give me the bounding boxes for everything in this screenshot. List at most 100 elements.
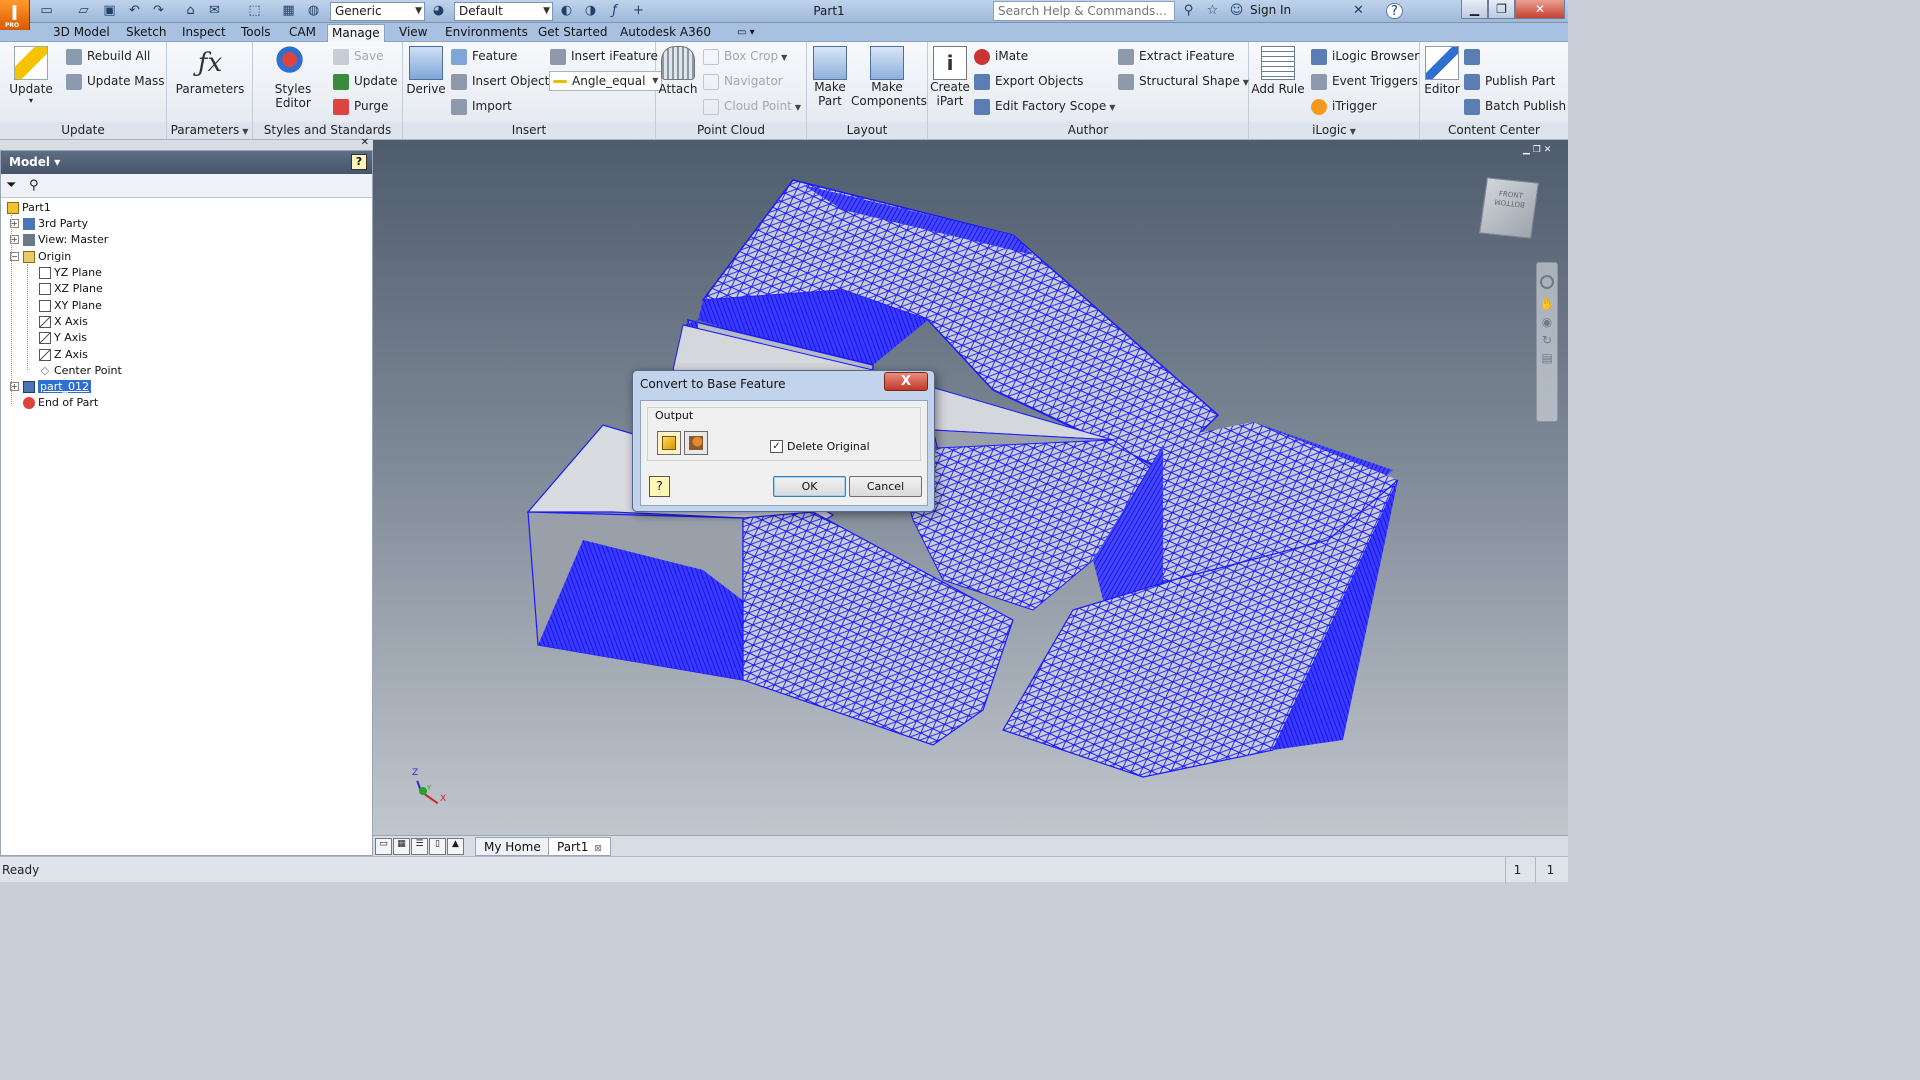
tree-node-xz-plane[interactable]: XZ Plane — [39, 281, 103, 297]
box-crop-button[interactable]: Box Crop ▼ — [703, 45, 787, 67]
make-part-button[interactable]: Make Part — [809, 46, 851, 108]
tab-3d-model[interactable]: 3D Model — [49, 24, 114, 42]
tab-autodesk-a360[interactable]: Autodesk A360 — [616, 24, 715, 42]
insert-ifeature-button[interactable]: Insert iFeature — [550, 45, 658, 67]
tree-node-part-012[interactable]: + part_012 — [10, 379, 92, 395]
styles-editor-button[interactable]: Styles Editor — [257, 46, 329, 110]
arrange-up-icon[interactable]: ▲ — [447, 838, 464, 855]
ilogic-browser-button[interactable]: iLogic Browser — [1311, 45, 1419, 67]
insert-feature-button[interactable]: Feature — [451, 45, 517, 67]
batch-publish-button[interactable]: Batch Publish — [1464, 95, 1566, 117]
look-at-icon[interactable]: ▤ — [1537, 351, 1557, 365]
binoculars-icon[interactable]: ⚲ — [1180, 3, 1197, 19]
open-icon[interactable]: ▱ — [75, 3, 92, 19]
orbit-icon[interactable]: ↻ — [1537, 333, 1557, 347]
update-mass-button[interactable]: Update Mass — [66, 70, 164, 92]
content-center-settings-button[interactable] — [1464, 45, 1485, 67]
tile-icon[interactable]: ▦ — [393, 838, 410, 855]
tab-part1[interactable]: Part1 ⊠ — [548, 837, 611, 856]
cascade-icon[interactable]: ▭ — [375, 838, 392, 855]
create-ipart-button[interactable]: i Create iPart — [930, 46, 970, 108]
tab-my-home[interactable]: My Home — [475, 837, 550, 856]
redo-icon[interactable]: ↷ — [150, 3, 167, 19]
import-button[interactable]: Import — [451, 95, 512, 117]
tab-sketch[interactable]: Sketch — [122, 24, 170, 42]
tree-node-end-of-part[interactable]: End of Part — [23, 395, 98, 411]
composite-output-button[interactable] — [684, 431, 708, 455]
browser-help-icon[interactable]: ? — [351, 154, 367, 170]
tab-get-started[interactable]: Get Started — [534, 24, 612, 42]
extract-ifeature-button[interactable]: Extract iFeature — [1118, 45, 1234, 67]
close-panel-icon[interactable]: ✕ — [361, 137, 369, 148]
tab-manage[interactable]: Manage — [327, 24, 385, 42]
tab-inspect[interactable]: Inspect — [178, 24, 230, 42]
attach-button[interactable]: Attach — [658, 46, 698, 96]
structural-shape-button[interactable]: Structural Shape ▼ — [1118, 70, 1249, 92]
tree-node-x-axis[interactable]: X Axis — [39, 314, 88, 330]
rebuild-all-button[interactable]: Rebuild All — [66, 45, 150, 67]
group-label[interactable]: Parameters ▼ — [167, 122, 252, 139]
update-button[interactable]: Update ▾ — [6, 46, 56, 105]
tree-node-z-axis[interactable]: Z Axis — [39, 347, 88, 363]
minimize-button[interactable]: ▁ — [1461, 0, 1488, 19]
select-icon[interactable]: ⬚ — [246, 3, 263, 19]
close-window-button[interactable]: ✕ — [1515, 0, 1565, 19]
tree-node-xy-plane[interactable]: XY Plane — [39, 298, 102, 314]
tree-node-view-master[interactable]: + View: Master — [10, 232, 108, 248]
fx-icon[interactable]: ƒ — [606, 3, 623, 19]
tab-view[interactable]: View — [395, 24, 431, 42]
publish-part-button[interactable]: Publish Part — [1464, 70, 1555, 92]
save-styles-button[interactable]: Save — [333, 45, 383, 67]
appearance-combo[interactable]: Default ▼ — [454, 2, 553, 21]
close-tab-icon[interactable]: ⊠ — [594, 844, 602, 854]
editor-button[interactable]: Editor — [1422, 46, 1462, 96]
purge-button[interactable]: Purge — [333, 95, 388, 117]
browser-header[interactable]: Model ▾ ? — [1, 151, 372, 174]
event-triggers-button[interactable]: Event Triggers — [1311, 70, 1418, 92]
itrigger-button[interactable]: iTrigger — [1311, 95, 1377, 117]
update-styles-button[interactable]: Update — [333, 70, 397, 92]
tree-node-y-axis[interactable]: Y Axis — [39, 330, 87, 346]
export-objects-button[interactable]: Export Objects — [974, 70, 1083, 92]
save-icon[interactable]: ▣ — [101, 3, 118, 19]
new-icon[interactable]: ▭ — [38, 3, 55, 19]
horizontal-icon[interactable]: ☰ — [411, 838, 428, 855]
exchange-icon[interactable]: ✕ — [1350, 3, 1367, 19]
sign-in-link[interactable]: Sign In — [1250, 3, 1291, 17]
tree-node-part1[interactable]: Part1 — [7, 200, 51, 216]
cloud-point-button[interactable]: Cloud Point ▼ — [703, 95, 801, 117]
undo-icon[interactable]: ↶ — [126, 3, 143, 19]
zoom-icon[interactable]: ◉ — [1537, 315, 1557, 329]
pan-icon[interactable]: ✋ — [1537, 297, 1557, 311]
imate-button[interactable]: iMate — [974, 45, 1028, 67]
find-binoculars-icon[interactable]: ⚲ — [29, 178, 39, 193]
material-combo[interactable]: Generic ▼ — [330, 2, 425, 21]
dialog-help-button[interactable]: ? — [649, 476, 670, 497]
globe-icon[interactable]: ◍ — [305, 3, 322, 19]
parameters-button[interactable]: ƒx Parameters — [175, 46, 245, 96]
graphics-viewport[interactable]: FRONT BOTTOM ▁ ❐ ✕ ✋ ◉ ↻ ▤ Z X Y — [373, 140, 1568, 835]
steering-wheel-icon[interactable] — [1540, 275, 1554, 289]
filter-icon[interactable]: ⏷ — [6, 178, 16, 193]
make-components-button[interactable]: Make Components — [851, 46, 927, 108]
ok-button[interactable]: OK — [773, 476, 846, 497]
solid-output-button[interactable] — [657, 431, 681, 455]
tab-cam[interactable]: CAM — [285, 24, 320, 42]
measure-icon[interactable]: ▦ — [280, 3, 297, 19]
dialog-close-button[interactable]: X — [884, 372, 928, 391]
vertical-icon[interactable]: ▯ — [429, 838, 446, 855]
tree-node-origin[interactable]: − Origin — [10, 249, 71, 265]
add-rule-button[interactable]: Add Rule — [1251, 46, 1305, 96]
tree-node-center-point[interactable]: ◇ Center Point — [39, 363, 122, 379]
projects-icon[interactable]: ✉ — [206, 3, 223, 19]
viewcube[interactable]: FRONT BOTTOM — [1479, 177, 1539, 239]
plus-icon[interactable]: + — [630, 3, 647, 19]
tree-node-yz-plane[interactable]: YZ Plane — [39, 265, 102, 281]
home-icon[interactable]: ⌂ — [182, 3, 199, 19]
help-button[interactable]: ? — [1386, 3, 1403, 19]
maximize-button[interactable]: ❐ — [1488, 0, 1515, 19]
color-wheel-icon[interactable]: ◕ — [430, 3, 447, 19]
search-input[interactable]: Search Help & Commands... — [993, 1, 1175, 21]
cancel-button[interactable]: Cancel — [849, 476, 922, 497]
adjust-icon[interactable]: ◐ — [558, 3, 575, 19]
